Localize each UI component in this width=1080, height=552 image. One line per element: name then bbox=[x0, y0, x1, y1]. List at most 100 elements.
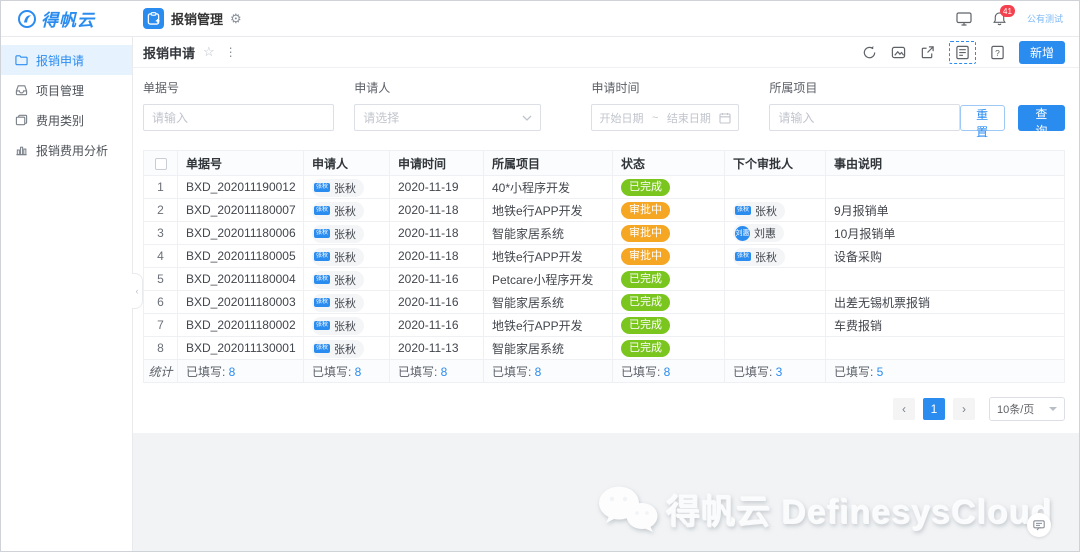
user-name: 张秋 bbox=[334, 226, 356, 242]
column-header: 事由说明 bbox=[826, 151, 1065, 176]
date-range-picker[interactable]: 开始日期 ~ 结束日期 bbox=[591, 104, 739, 131]
sidebar: 报销申请 项目管理 费用类别 报销费用分析 bbox=[1, 37, 133, 551]
user-chip: 刘惠刘惠 bbox=[733, 224, 784, 242]
user-chip: 张秋张秋 bbox=[312, 340, 364, 358]
approver-cell bbox=[725, 176, 826, 199]
user-chip: 张秋张秋 bbox=[312, 202, 364, 220]
more-options-icon[interactable]: ⋮ bbox=[225, 45, 237, 59]
row-index-cell: 1 bbox=[144, 176, 178, 199]
sidebar-item-label: 报销申请 bbox=[36, 52, 84, 69]
table-row[interactable]: 6BXD_202011180003张秋张秋2020-11-16智能家居系统已完成… bbox=[144, 291, 1065, 314]
row-index-cell: 2 bbox=[144, 199, 178, 222]
doc-number-cell: BXD_202011180003 bbox=[178, 291, 304, 314]
user-chip: 张秋张秋 bbox=[733, 202, 785, 220]
table-row[interactable]: 4BXD_202011180005张秋张秋2020-11-18地铁e行APP开发… bbox=[144, 245, 1065, 268]
pagination: ‹ 1 › 10条/页 bbox=[133, 383, 1079, 433]
sidebar-item-expense-request[interactable]: 报销申请 bbox=[1, 45, 132, 75]
user-tag-icon: 张秋 bbox=[314, 275, 330, 284]
notifications-bell[interactable]: 41 bbox=[992, 11, 1007, 26]
toolbar-actions: ? 新增 bbox=[862, 41, 1065, 64]
content-background: 得帆云 DefinesysCloud bbox=[133, 433, 1079, 551]
stats-label-cell: 统计 bbox=[144, 360, 178, 383]
project-input[interactable] bbox=[769, 104, 959, 131]
table-row[interactable]: 7BXD_202011180002张秋张秋2020-11-16地铁e行APP开发… bbox=[144, 314, 1065, 337]
reason-cell: 设备采购 bbox=[826, 245, 1065, 268]
select-all-checkbox[interactable] bbox=[155, 158, 167, 170]
user-name: 张秋 bbox=[334, 272, 356, 288]
stats-filled-label: 已填写: bbox=[492, 365, 535, 379]
approver-cell: 张秋张秋 bbox=[725, 199, 826, 222]
project-cell: Petcare小程序开发 bbox=[484, 268, 613, 291]
end-date-placeholder: 结束日期 bbox=[667, 110, 711, 126]
stats-filled-count: 8 bbox=[535, 365, 542, 379]
sidebar-item-expense-category[interactable]: 费用类别 bbox=[1, 105, 132, 135]
project-cell: 智能家居系统 bbox=[484, 337, 613, 360]
reason-cell bbox=[826, 268, 1065, 291]
table-row[interactable]: 1BXD_202011190012张秋张秋2020-11-1940*小程序开发已… bbox=[144, 176, 1065, 199]
help-doc-icon[interactable]: ? bbox=[990, 45, 1005, 60]
reason-cell: 9月报销单 bbox=[826, 199, 1065, 222]
select-placeholder: 请选择 bbox=[363, 109, 399, 126]
table-row[interactable]: 3BXD_202011180006张秋张秋2020-11-18智能家居系统审批中… bbox=[144, 222, 1065, 245]
reason-cell bbox=[826, 176, 1065, 199]
app-window: 得帆云 报销管理 ⚙ bbox=[0, 0, 1080, 552]
project-cell: 40*小程序开发 bbox=[484, 176, 613, 199]
table-row[interactable]: 2BXD_202011180007张秋张秋2020-11-18地铁e行APP开发… bbox=[144, 199, 1065, 222]
app-icon[interactable] bbox=[143, 8, 164, 29]
feedback-icon[interactable] bbox=[1027, 513, 1051, 537]
monitor-icon[interactable] bbox=[956, 11, 972, 26]
table-row[interactable]: 5BXD_202011180004张秋张秋2020-11-16Petcare小程… bbox=[144, 268, 1065, 291]
approver-cell bbox=[725, 291, 826, 314]
stats-filled-count: 8 bbox=[441, 365, 448, 379]
applicant-select[interactable]: 请选择 bbox=[354, 104, 541, 131]
user-chip: 张秋张秋 bbox=[312, 271, 364, 289]
user-name: 张秋 bbox=[334, 318, 356, 334]
status-cell: 审批中 bbox=[613, 222, 725, 245]
user-tag-icon: 张秋 bbox=[735, 252, 751, 261]
filter-label: 申请人 bbox=[354, 79, 541, 96]
status-cell: 已完成 bbox=[613, 268, 725, 291]
project-cell: 地铁e行APP开发 bbox=[484, 245, 613, 268]
stats-filled-count: 8 bbox=[355, 365, 362, 379]
share-icon[interactable] bbox=[920, 45, 935, 60]
doc-number-input[interactable] bbox=[143, 104, 334, 131]
refresh-icon[interactable] bbox=[862, 45, 877, 60]
add-button[interactable]: 新增 bbox=[1019, 41, 1065, 64]
current-page[interactable]: 1 bbox=[923, 398, 945, 420]
reason-cell bbox=[826, 337, 1065, 360]
user-name: 张秋 bbox=[334, 295, 356, 311]
form-design-highlight bbox=[949, 41, 976, 64]
favorite-star-icon[interactable]: ☆ bbox=[203, 44, 215, 60]
app-switcher: 报销管理 ⚙ bbox=[133, 8, 242, 29]
page-size-select[interactable]: 10条/页 bbox=[989, 397, 1065, 421]
filter-bar: 单据号 申请人 请选择 申请时间 开始日期 ~ 结束日期 bbox=[133, 68, 1079, 144]
table-row[interactable]: 8BXD_202011130001张秋张秋2020-11-13智能家居系统已完成 bbox=[144, 337, 1065, 360]
brand-logo[interactable]: 得帆云 bbox=[1, 6, 133, 31]
applicant-cell: 张秋张秋 bbox=[304, 268, 390, 291]
search-button[interactable]: 查询 bbox=[1018, 105, 1065, 131]
sidebar-item-project-management[interactable]: 项目管理 bbox=[1, 75, 132, 105]
top-bar-actions: 41 公有测试 bbox=[956, 11, 1079, 26]
applicant-cell: 张秋张秋 bbox=[304, 291, 390, 314]
stats-filled-count: 3 bbox=[776, 365, 783, 379]
status-badge: 审批中 bbox=[621, 225, 670, 242]
filter-buttons: 重置 查询 bbox=[960, 105, 1065, 131]
status-badge: 已完成 bbox=[621, 317, 670, 334]
stats-filled-count: 5 bbox=[877, 365, 884, 379]
sidebar-item-expense-analysis[interactable]: 报销费用分析 bbox=[1, 135, 132, 165]
sidebar-collapse-handle[interactable]: ‹ bbox=[132, 273, 143, 309]
user-chip: 张秋张秋 bbox=[733, 248, 785, 266]
next-page-button[interactable]: › bbox=[953, 398, 975, 420]
reset-button[interactable]: 重置 bbox=[960, 105, 1005, 131]
chevron-down-icon bbox=[522, 115, 532, 121]
table-header-row: 单据号申请人申请时间所属项目状态下个审批人事由说明 bbox=[144, 151, 1065, 176]
stats-filled-count: 8 bbox=[229, 365, 236, 379]
image-icon[interactable] bbox=[891, 45, 906, 60]
column-header: 申请时间 bbox=[390, 151, 484, 176]
prev-page-button[interactable]: ‹ bbox=[893, 398, 915, 420]
gear-icon[interactable]: ⚙ bbox=[230, 12, 242, 25]
environment-label[interactable]: 公有测试 bbox=[1027, 12, 1063, 25]
stats-filled-label: 已填写: bbox=[312, 365, 355, 379]
stats-value-cell: 已填写: 8 bbox=[304, 360, 390, 383]
form-design-icon[interactable] bbox=[955, 45, 970, 60]
